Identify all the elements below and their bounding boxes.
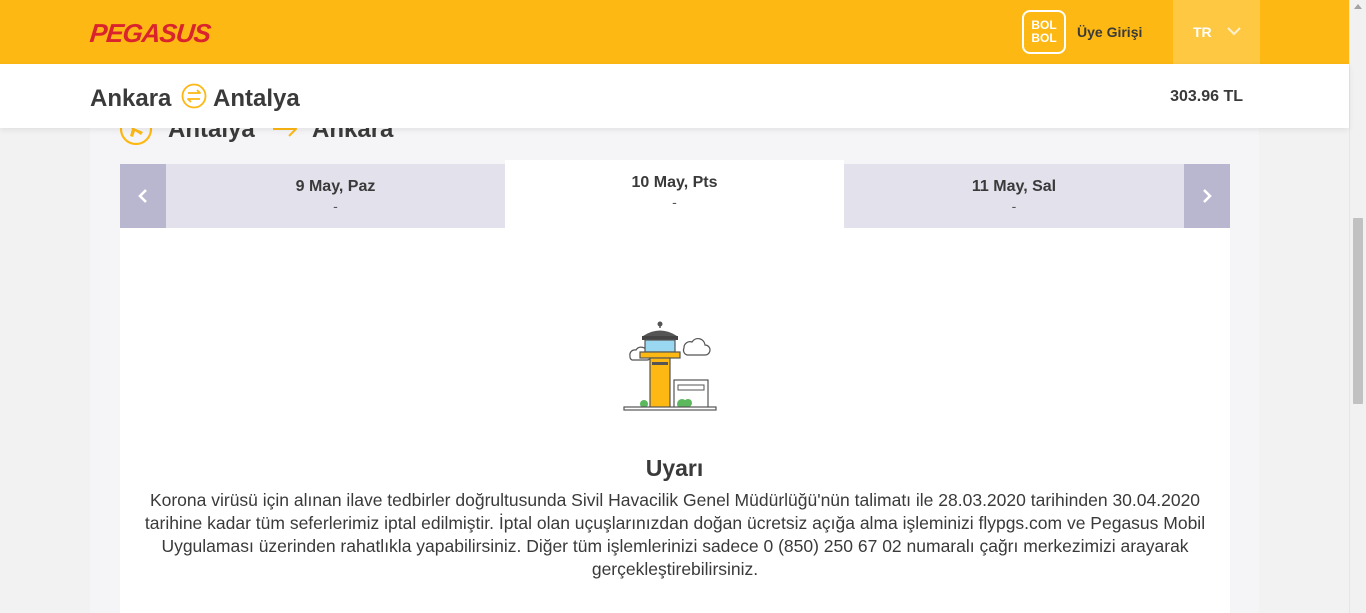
top-navigation-bar: PEGASUS BOL BOL Üye Girişi TR <box>0 0 1349 64</box>
total-price: 303.96 TL <box>1170 88 1243 105</box>
language-selector[interactable]: TR <box>1173 0 1260 64</box>
warning-message: Korona virüsü için alınan ilave tedbirle… <box>144 490 1206 579</box>
vertical-scrollbar[interactable] <box>1349 0 1366 613</box>
date-option[interactable]: 9 May, Paz - <box>166 164 505 228</box>
warning-title: Uyarı <box>645 455 704 481</box>
scrollbar-thumb[interactable] <box>1353 218 1363 404</box>
date-price: - <box>1011 198 1017 214</box>
route-destination: Antalya <box>213 85 300 112</box>
previous-date-button[interactable] <box>120 164 166 228</box>
chevron-left-icon <box>138 189 147 203</box>
next-date-button[interactable] <box>1184 164 1230 228</box>
chevron-down-icon <box>1227 27 1241 36</box>
route-summary-bar: Ankara Antalya 303.96 TL <box>0 64 1349 128</box>
bolbol-line-2: BOL <box>1031 31 1057 45</box>
date-price: - <box>672 194 677 210</box>
date-label: 10 May, Pts <box>631 174 718 191</box>
date-option[interactable]: 11 May, Sal - <box>844 164 1184 228</box>
swap-arrows-icon <box>181 83 207 109</box>
route-origin: Ankara <box>90 85 172 112</box>
language-label: TR <box>1193 24 1212 40</box>
date-label: 9 May, Paz <box>295 178 376 195</box>
date-label: 11 May, Sal <box>971 178 1057 195</box>
member-login-link[interactable]: Üye Girişi <box>1077 24 1142 40</box>
date-price: - <box>333 198 338 214</box>
pegasus-logo[interactable]: PEGASUS <box>88 18 211 49</box>
bolbol-line-1: BOL <box>1031 18 1057 32</box>
chevron-right-icon <box>1203 189 1212 203</box>
scroll-up-arrow-icon[interactable] <box>1354 4 1362 9</box>
bolbol-logo-button[interactable]: BOL BOL <box>1022 10 1066 54</box>
control-tower-icon <box>623 321 717 411</box>
date-option-selected[interactable]: 10 May, Pts - <box>505 160 844 228</box>
